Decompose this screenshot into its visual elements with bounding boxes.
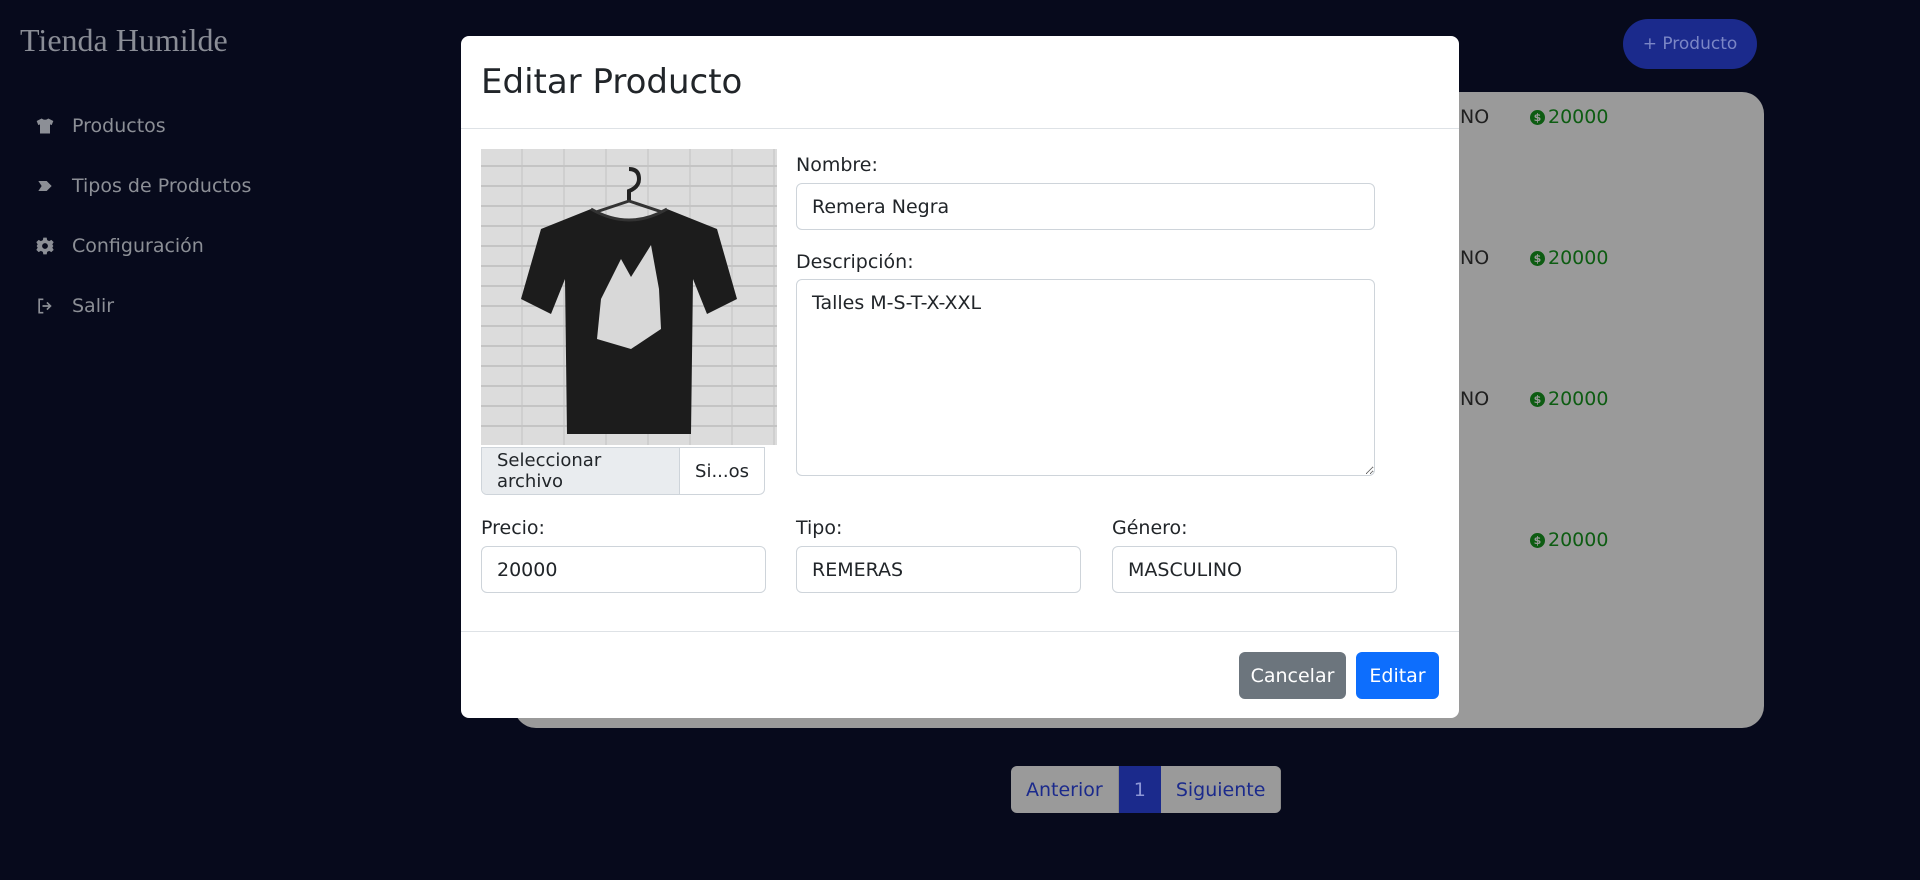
descripcion-textarea[interactable]: Talles M-S-T-X-XXL	[796, 279, 1375, 476]
sidebar-item-label: Salir	[72, 295, 115, 317]
tshirt-photo-icon	[521, 167, 737, 434]
modal-body: Seleccionar archivo Si...os Nombre: Desc…	[461, 129, 1459, 631]
modal-footer: Cancelar Editar	[461, 631, 1459, 718]
gender-cell: NO	[1460, 247, 1490, 269]
tag-icon	[34, 175, 56, 197]
cancel-button[interactable]: Cancelar	[1239, 652, 1346, 699]
gear-icon	[34, 235, 56, 257]
product-image	[481, 149, 777, 445]
add-product-button[interactable]: + Producto	[1623, 19, 1757, 69]
file-input[interactable]: Seleccionar archivo Si...os	[481, 447, 765, 495]
pagination: Anterior 1 Siguiente	[1011, 766, 1282, 813]
sidebar-item-tipos[interactable]: Tipos de Productos	[34, 156, 334, 216]
choose-file-button[interactable]: Seleccionar archivo	[482, 448, 681, 494]
pagination-current[interactable]: 1	[1118, 766, 1161, 813]
sidebar-item-label: Tipos de Productos	[72, 175, 252, 197]
price-cell: $20000	[1530, 388, 1608, 410]
sidebar-item-label: Configuración	[72, 235, 204, 257]
nombre-input[interactable]	[796, 183, 1375, 230]
nombre-label: Nombre:	[796, 154, 878, 176]
descripcion-label: Descripción:	[796, 251, 914, 273]
modal-title: Editar Producto	[481, 62, 743, 102]
sidebar-item-salir[interactable]: Salir	[34, 276, 334, 336]
pagination-next[interactable]: Siguiente	[1160, 766, 1282, 813]
sidebar-item-label: Productos	[72, 115, 166, 137]
sidebar: Productos Tipos de Productos Configuraci…	[34, 96, 334, 336]
tipo-label: Tipo:	[796, 517, 843, 539]
edit-product-modal: Editar Producto Seleccionar archivo Si..…	[461, 36, 1459, 718]
dollar-coin-icon: $	[1530, 250, 1545, 266]
dollar-coin-icon: $	[1530, 109, 1545, 125]
price-cell: $20000	[1530, 247, 1608, 269]
precio-input[interactable]	[481, 546, 766, 593]
gender-cell: NO	[1460, 106, 1490, 128]
edit-button[interactable]: Editar	[1356, 652, 1439, 699]
pagination-prev[interactable]: Anterior	[1011, 766, 1119, 813]
sidebar-item-productos[interactable]: Productos	[34, 96, 334, 156]
tipo-input[interactable]	[796, 546, 1081, 593]
brand-title: Tienda Humilde	[20, 22, 228, 58]
price-cell: $20000	[1530, 106, 1608, 128]
logout-icon	[34, 295, 56, 317]
genero-input[interactable]	[1112, 546, 1397, 593]
file-name: Si...os	[695, 460, 749, 482]
modal-header: Editar Producto	[461, 36, 1459, 129]
precio-label: Precio:	[481, 517, 545, 539]
price-cell: $20000	[1530, 529, 1608, 551]
genero-label: Género:	[1112, 517, 1188, 539]
dollar-coin-icon: $	[1530, 532, 1545, 548]
gender-cell: NO	[1460, 388, 1490, 410]
dollar-coin-icon: $	[1530, 391, 1545, 407]
sidebar-item-configuracion[interactable]: Configuración	[34, 216, 334, 276]
tshirt-icon	[34, 115, 56, 137]
